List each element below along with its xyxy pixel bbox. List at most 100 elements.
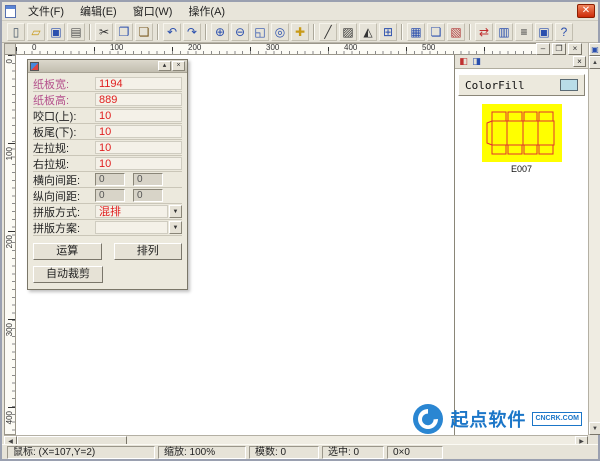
print-icon[interactable]: ▤ bbox=[67, 23, 85, 41]
toolbar-separator bbox=[205, 24, 207, 40]
toolbar-separator bbox=[313, 24, 315, 40]
dialog-row: 纵向间距:00 bbox=[33, 188, 182, 204]
dialog-row: 拼版方案:▼ bbox=[33, 220, 182, 236]
redo-icon[interactable]: ↷ bbox=[183, 23, 201, 41]
field-value[interactable]: 889 bbox=[95, 93, 182, 106]
colorfill-swatch[interactable] bbox=[560, 79, 578, 91]
dropdown-value[interactable]: 混排 bbox=[95, 205, 168, 218]
toolbar-separator bbox=[89, 24, 91, 40]
swap-icon[interactable]: ⇄ bbox=[475, 23, 493, 41]
hruler-label: 200 bbox=[188, 44, 201, 52]
cascade-windows-icon[interactable]: ❏ bbox=[427, 23, 445, 41]
zoom-fit-icon[interactable]: ◎ bbox=[271, 23, 289, 41]
watermark-logo-icon bbox=[412, 403, 444, 435]
spacing-input[interactable]: 0 bbox=[133, 189, 163, 202]
field-value[interactable]: 1194 bbox=[95, 77, 182, 90]
zoom-window-icon[interactable]: ◱ bbox=[251, 23, 269, 41]
dialog-row: 板尾(下):10 bbox=[33, 124, 182, 140]
child-close-button[interactable]: × bbox=[568, 43, 582, 55]
undo-icon[interactable]: ↶ bbox=[163, 23, 181, 41]
dropdown-value[interactable] bbox=[95, 221, 168, 234]
dialog-row: 纸板高:889 bbox=[33, 92, 182, 108]
dieline-thumbnail[interactable] bbox=[482, 104, 562, 162]
window-close-button[interactable]: ✕ bbox=[577, 4, 595, 18]
menu-item[interactable]: 窗口(W) bbox=[125, 1, 181, 21]
status-cell: 模数: 0 bbox=[249, 446, 319, 459]
list-icon[interactable]: ≡ bbox=[515, 23, 533, 41]
field-label: 板尾(下): bbox=[33, 124, 95, 140]
dialog-row: 右拉规:10 bbox=[33, 156, 182, 172]
dialog-row: 咬口(上):10 bbox=[33, 108, 182, 124]
pan-hand-icon[interactable]: ✚ bbox=[291, 23, 309, 41]
stroke-tool-icon[interactable]: ◨ bbox=[470, 56, 483, 67]
dialog-rows: 纸板宽:1194纸板高:889咬口(上):10板尾(下):10左拉规:10右拉规… bbox=[33, 76, 182, 236]
vruler-label: 100 bbox=[5, 147, 14, 160]
panel-header-icons: ◧◨ bbox=[457, 56, 483, 67]
panel-window-icon[interactable]: ▣ bbox=[535, 23, 553, 41]
dropdown-arrow-icon[interactable]: ▼ bbox=[169, 205, 182, 218]
open-folder-icon[interactable]: ▱ bbox=[27, 23, 45, 41]
menu-item[interactable]: 文件(F) bbox=[20, 1, 72, 21]
horizontal-ruler: 0100200300400500 bbox=[16, 43, 542, 55]
line-tool-icon[interactable]: ╱ bbox=[319, 23, 337, 41]
toolbar: ▯▱▣▤✂❐❏↶↷⊕⊖◱◎✚╱▨◭⊞▦❏▧⇄▥≡ ▣? bbox=[2, 21, 598, 43]
field-value[interactable]: 10 bbox=[95, 109, 182, 122]
fill-tool-icon[interactable]: ◧ bbox=[457, 56, 470, 67]
menubar-items: 文件(F)编辑(E)窗口(W)操作(A) bbox=[20, 1, 233, 21]
zoom-in-icon[interactable]: ⊕ bbox=[211, 23, 229, 41]
app-icon bbox=[5, 5, 16, 18]
field-label: 右拉规: bbox=[33, 156, 95, 172]
save-icon[interactable]: ▣ bbox=[47, 23, 65, 41]
measure-tool-icon[interactable]: ⊞ bbox=[379, 23, 397, 41]
child-minimize-button[interactable]: – bbox=[536, 43, 550, 55]
vertical-scroll-track[interactable] bbox=[589, 69, 600, 422]
menu-item[interactable]: 操作(A) bbox=[180, 1, 233, 21]
dropdown-arrow-icon[interactable]: ▼ bbox=[169, 221, 182, 234]
dialog-rollup-button[interactable]: ▴ bbox=[158, 61, 171, 71]
paste-icon[interactable]: ❏ bbox=[135, 23, 153, 41]
status-cell: 0×0 bbox=[387, 446, 443, 459]
child-restore-button[interactable]: ❐ bbox=[552, 43, 566, 55]
application-window: { "window": { "close_glyph": "✕" }, "men… bbox=[0, 0, 600, 461]
scroll-up-button[interactable]: ▲ bbox=[589, 56, 600, 69]
dialog-close-button[interactable]: × bbox=[172, 61, 185, 71]
menubar: 文件(F)编辑(E)窗口(W)操作(A) bbox=[2, 2, 598, 21]
imposition-dialog: ▴ × 纸板宽:1194纸板高:889咬口(上):10板尾(下):10左拉规:1… bbox=[27, 59, 188, 290]
spacing-input[interactable]: 0 bbox=[133, 173, 163, 186]
cut-icon[interactable]: ✂ bbox=[95, 23, 113, 41]
triangle-tool-icon[interactable]: ◭ bbox=[359, 23, 377, 41]
panel-close-button[interactable]: × bbox=[573, 56, 586, 67]
dialog-titlebar[interactable]: ▴ × bbox=[28, 60, 187, 73]
run-button[interactable]: 运算 bbox=[33, 243, 102, 260]
scroll-down-button[interactable]: ▼ bbox=[589, 422, 600, 435]
copy-icon[interactable]: ❐ bbox=[115, 23, 133, 41]
grid-icon[interactable]: ▦ bbox=[407, 23, 425, 41]
new-file-icon[interactable]: ▯ bbox=[7, 23, 25, 41]
hruler-label: 400 bbox=[344, 44, 357, 52]
colorfill-bar: ColorFill bbox=[458, 74, 585, 96]
vruler-label: 200 bbox=[5, 235, 14, 248]
dieline-drawing bbox=[482, 104, 562, 162]
field-value[interactable]: 10 bbox=[95, 125, 182, 138]
vertical-scrollbar[interactable]: ▣ ▲ ▼ bbox=[588, 43, 600, 435]
spacing-input[interactable]: 0 bbox=[95, 189, 125, 202]
menu-item[interactable]: 编辑(E) bbox=[72, 1, 125, 21]
panel-toggle-icon[interactable]: ▣ bbox=[589, 43, 600, 56]
field-value[interactable]: 10 bbox=[95, 157, 182, 170]
spacing-input[interactable]: 0 bbox=[95, 173, 125, 186]
hatch-tool-icon[interactable]: ▨ bbox=[339, 23, 357, 41]
toolbar-separator bbox=[469, 24, 471, 40]
field-label: 纸板高: bbox=[33, 92, 95, 108]
vruler-label: 400 bbox=[5, 411, 14, 424]
watermark-title: 起点软件 bbox=[450, 406, 526, 432]
table-icon[interactable]: ▥ bbox=[495, 23, 513, 41]
field-value[interactable]: 10 bbox=[95, 141, 182, 154]
hruler-label: 500 bbox=[422, 44, 435, 52]
auto-crop-button[interactable]: 自动裁剪 bbox=[33, 266, 103, 283]
help-icon[interactable]: ? bbox=[555, 23, 573, 41]
hruler-label: 0 bbox=[32, 44, 36, 52]
dialog-row: 拼版方式:混排▼ bbox=[33, 204, 182, 220]
arrange-button[interactable]: 排列 bbox=[114, 243, 183, 260]
zoom-out-icon[interactable]: ⊖ bbox=[231, 23, 249, 41]
color-palette-icon[interactable]: ▧ bbox=[447, 23, 465, 41]
